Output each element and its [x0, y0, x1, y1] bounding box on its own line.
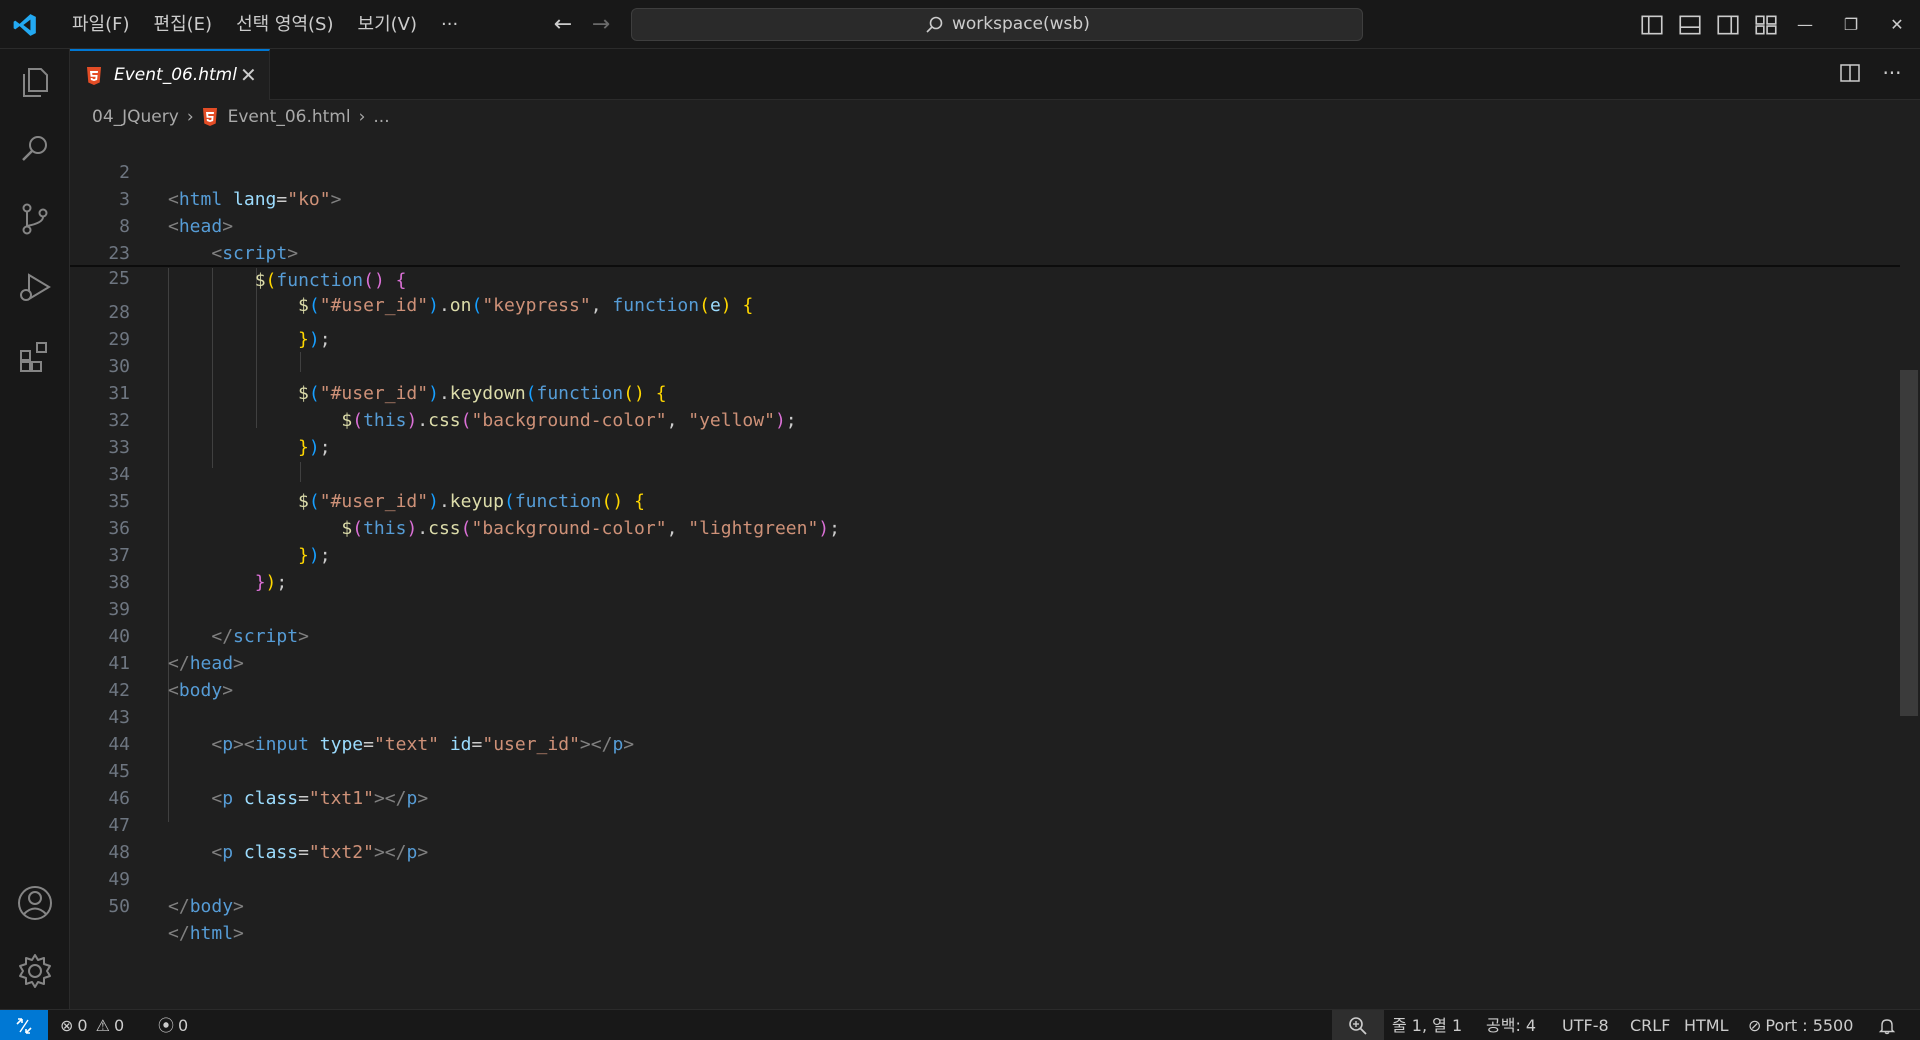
toggle-panel-icon[interactable] [1677, 12, 1703, 38]
error-count: 0 [77, 1016, 88, 1035]
code-line: 40 </head> [70, 596, 1900, 674]
more-actions-icon[interactable]: ··· [1880, 61, 1904, 85]
code-line: 44 [70, 704, 1900, 755]
html5-file-icon [87, 67, 101, 85]
code-line: 49 </body> [70, 839, 1900, 917]
breadcrumb-file[interactable]: Event_06.html [228, 107, 351, 127]
code-line: 34 $("#user_id").keyup(function() { [70, 434, 1900, 512]
search-text: workspace(wsb) [952, 14, 1090, 34]
window-controls: — ❐ ✕ [1782, 0, 1920, 49]
code-line: 2 <html lang="ko"> [70, 132, 1900, 210]
code-line: 32 }); [70, 380, 1900, 458]
run-debug-icon[interactable] [15, 267, 55, 307]
manage-gear-icon[interactable] [15, 951, 55, 991]
account-icon[interactable] [15, 883, 55, 923]
menu-selection[interactable]: 선택 영역(S) [224, 0, 345, 49]
code-line: 45 <p class="txt1"></p> [70, 731, 1900, 809]
code-line: 47 <p class="txt2"></p> [70, 785, 1900, 863]
toggle-primary-sidebar-icon[interactable] [1639, 12, 1665, 38]
problems-indicator[interactable]: ⊗ 0 ⚠ 0 [60, 1010, 124, 1040]
zoom-in-icon [1349, 1017, 1367, 1035]
line-number: 50 [108, 896, 130, 917]
cursor-position[interactable]: 줄 1, 열 1 [1392, 1010, 1462, 1040]
editor-actions: ··· [1838, 61, 1904, 85]
code-line: 39 </script> [70, 569, 1900, 647]
code-line: 23 $(function() { [70, 213, 1900, 291]
html5-file-icon [202, 108, 217, 126]
toggle-secondary-sidebar-icon[interactable] [1715, 12, 1741, 38]
menu-edit[interactable]: 편집(E) [142, 0, 225, 49]
indentation[interactable]: 공백: 4 [1486, 1010, 1536, 1040]
code-line: 50 </html> [70, 866, 1900, 944]
status-bar: ⊗ 0 ⚠ 0 ⦿ 0 줄 1, 열 1 공백: 4 UTF-8 CRLF HT… [0, 1009, 1920, 1040]
ports-indicator[interactable]: ⦿ 0 [158, 1010, 188, 1040]
source-control-icon[interactable] [15, 199, 55, 239]
code-editor[interactable]: 2 <html lang="ko"> 3 <head> 8 <script> 2… [70, 132, 1920, 1009]
remote-indicator[interactable] [0, 1010, 48, 1040]
code-line: 29 [70, 299, 1900, 350]
remote-icon [16, 1018, 32, 1034]
close-tab-icon[interactable]: ✕ [240, 63, 257, 87]
breadcrumb: 04_JQuery › Event_06.html › ... [92, 104, 390, 130]
chevron-right-icon: › [358, 107, 366, 127]
explorer-icon[interactable] [15, 61, 55, 101]
broadcast-icon: ⦿ [158, 1016, 175, 1035]
menu-more[interactable]: ··· [429, 0, 470, 49]
search-icon [926, 16, 943, 33]
forward-arrow-icon[interactable]: → [588, 12, 614, 38]
search-sidebar-icon[interactable] [15, 129, 55, 169]
ports-count: 0 [178, 1016, 189, 1035]
command-center-search[interactable]: workspace(wsb) [631, 8, 1363, 41]
zoom-indicator[interactable] [1332, 1010, 1384, 1040]
chevron-right-icon: › [186, 107, 194, 127]
code-line: 38 [70, 542, 1900, 593]
layout-controls [1627, 0, 1779, 49]
close-window-icon[interactable]: ✕ [1874, 0, 1920, 49]
code-line: 30 $("#user_id").keydown(function() { [70, 326, 1900, 404]
menu-view[interactable]: 보기(V) [346, 0, 429, 49]
code-line: 48 [70, 812, 1900, 863]
editor-tab-bar: Event_06.html ✕ ··· [70, 49, 1920, 100]
code-line: 8 <script> [70, 186, 1900, 264]
code-line: 25 $("#user_id").on("keypress", function… [70, 238, 1900, 316]
warning-count: 0 [113, 1016, 125, 1035]
menu-file[interactable]: 파일(F) [60, 0, 142, 49]
code-line: 33 [70, 407, 1900, 458]
port-label: Port : 5500 [1765, 1016, 1854, 1035]
scrollbar-thumb[interactable] [1900, 370, 1918, 716]
activity-bar [0, 49, 70, 1009]
code-line: 36 }); [70, 488, 1900, 566]
code-line: 46 [70, 758, 1900, 809]
end-of-line[interactable]: CRLF [1630, 1010, 1670, 1040]
breadcrumb-folder[interactable]: 04_JQuery [92, 107, 179, 127]
minimize-icon[interactable]: — [1782, 0, 1828, 49]
sticky-scroll-shadow [70, 265, 1900, 267]
language-mode[interactable]: HTML [1684, 1010, 1729, 1040]
code-line: 37 }); [70, 515, 1900, 593]
code-line: 35 $(this).css("background-color", "ligh… [70, 461, 1900, 539]
circle-slash-icon: ⊘ [1748, 1016, 1762, 1035]
customize-layout-icon[interactable] [1753, 12, 1779, 38]
code-line: 31 $(this).css("background-color", "yell… [70, 353, 1900, 431]
notifications-bell-icon[interactable] [1878, 1010, 1896, 1040]
error-icon: ⊗ [60, 1016, 74, 1035]
title-bar: 파일(F) 편집(E) 선택 영역(S) 보기(V) ··· ← → works… [0, 0, 1920, 49]
back-arrow-icon[interactable]: ← [550, 12, 576, 38]
code-line: 42 [70, 650, 1900, 701]
tab-label: Event_06.html [114, 65, 237, 85]
tab-event-06-html[interactable]: Event_06.html ✕ [70, 49, 270, 100]
code-line: 43 <p><input type="text" id="user_id"></… [70, 677, 1900, 755]
code-line: 28 }); [70, 272, 1900, 350]
split-editor-icon[interactable] [1838, 61, 1862, 85]
live-server-port[interactable]: ⊘ Port : 5500 [1748, 1010, 1853, 1040]
encoding[interactable]: UTF-8 [1562, 1010, 1609, 1040]
warning-icon: ⚠ [95, 1016, 110, 1035]
breadcrumb-more[interactable]: ... [373, 107, 389, 127]
vscode-logo-icon [13, 14, 36, 36]
code-line: 3 <head> [70, 159, 1900, 237]
menu-bar: 파일(F) 편집(E) 선택 영역(S) 보기(V) ··· [60, 0, 470, 49]
restore-icon[interactable]: ❐ [1828, 0, 1874, 49]
code-line: 41 <body> [70, 623, 1900, 701]
extensions-icon[interactable] [15, 337, 55, 377]
